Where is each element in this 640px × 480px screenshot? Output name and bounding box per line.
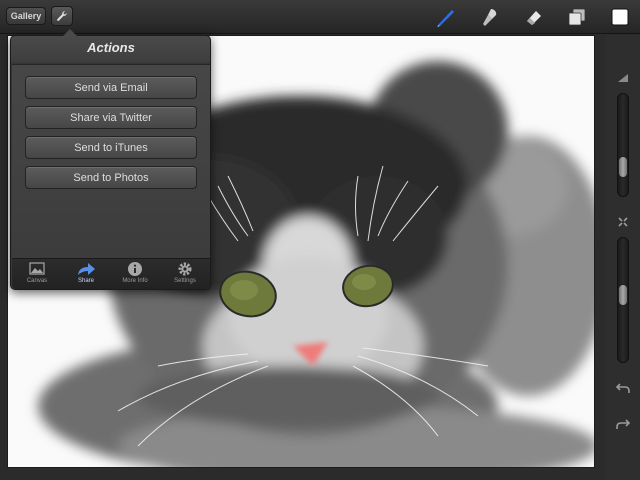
layers-tool[interactable] — [565, 5, 589, 29]
image-icon — [29, 262, 45, 275]
share-via-twitter-button[interactable]: Share via Twitter — [25, 106, 197, 129]
top-toolbar: Gallery — [0, 0, 640, 34]
popover-title: Actions — [87, 40, 135, 55]
triangle-up-icon — [618, 74, 628, 82]
tab-share-label: Share — [77, 278, 94, 284]
gallery-button[interactable]: Gallery — [6, 7, 46, 25]
share-arrow-icon — [78, 263, 95, 275]
tab-canvas-label: Canvas — [26, 278, 48, 284]
info-icon — [128, 262, 142, 276]
popover-arrow — [63, 29, 77, 36]
gear-icon — [178, 262, 192, 276]
tab-more-info[interactable]: More Info — [111, 261, 159, 289]
brush-size-knob[interactable] — [618, 156, 628, 178]
layers-icon — [568, 8, 586, 26]
wrench-icon — [57, 11, 67, 21]
opacity-slider[interactable] — [617, 237, 629, 363]
tab-settings-label: Settings — [174, 278, 196, 284]
opacity-knob[interactable] — [618, 284, 628, 306]
bottom-strip — [0, 468, 606, 480]
redo-button[interactable] — [615, 417, 631, 431]
tab-more-info-label: More Info — [122, 278, 148, 284]
brush-size-slider[interactable] — [617, 93, 629, 197]
redo-icon — [616, 419, 630, 429]
send-to-photos-button[interactable]: Send to Photos — [25, 166, 197, 189]
send-via-email-button[interactable]: Send via Email — [25, 76, 197, 99]
brush-icon — [437, 10, 454, 27]
send-to-itunes-button[interactable]: Send to iTunes — [25, 136, 197, 159]
popover-tab-bar: Canvas Share More Info Settings — [12, 258, 210, 289]
color-swatch-icon — [611, 8, 629, 26]
color-picker[interactable] — [608, 5, 632, 29]
swap-button[interactable] — [615, 215, 631, 229]
brush-tool[interactable] — [434, 5, 458, 29]
tab-settings[interactable]: Settings — [161, 261, 209, 289]
smudge-tool[interactable] — [478, 5, 502, 29]
sidebar-triangle — [615, 71, 631, 85]
actions-popover: Actions Send via Email Share via Twitter… — [10, 29, 211, 290]
eraser-tool[interactable] — [522, 5, 546, 29]
eraser-icon — [527, 11, 541, 25]
smudge-icon — [483, 9, 497, 26]
popover-body: Send via Email Share via Twitter Send to… — [12, 64, 210, 258]
swap-icon — [618, 217, 628, 227]
tab-share[interactable]: Share — [62, 261, 110, 289]
actions-wrench-button[interactable] — [51, 6, 73, 26]
right-sidebar — [606, 35, 640, 480]
undo-button[interactable] — [615, 381, 631, 395]
undo-icon — [616, 383, 630, 393]
tab-canvas[interactable]: Canvas — [13, 261, 61, 289]
